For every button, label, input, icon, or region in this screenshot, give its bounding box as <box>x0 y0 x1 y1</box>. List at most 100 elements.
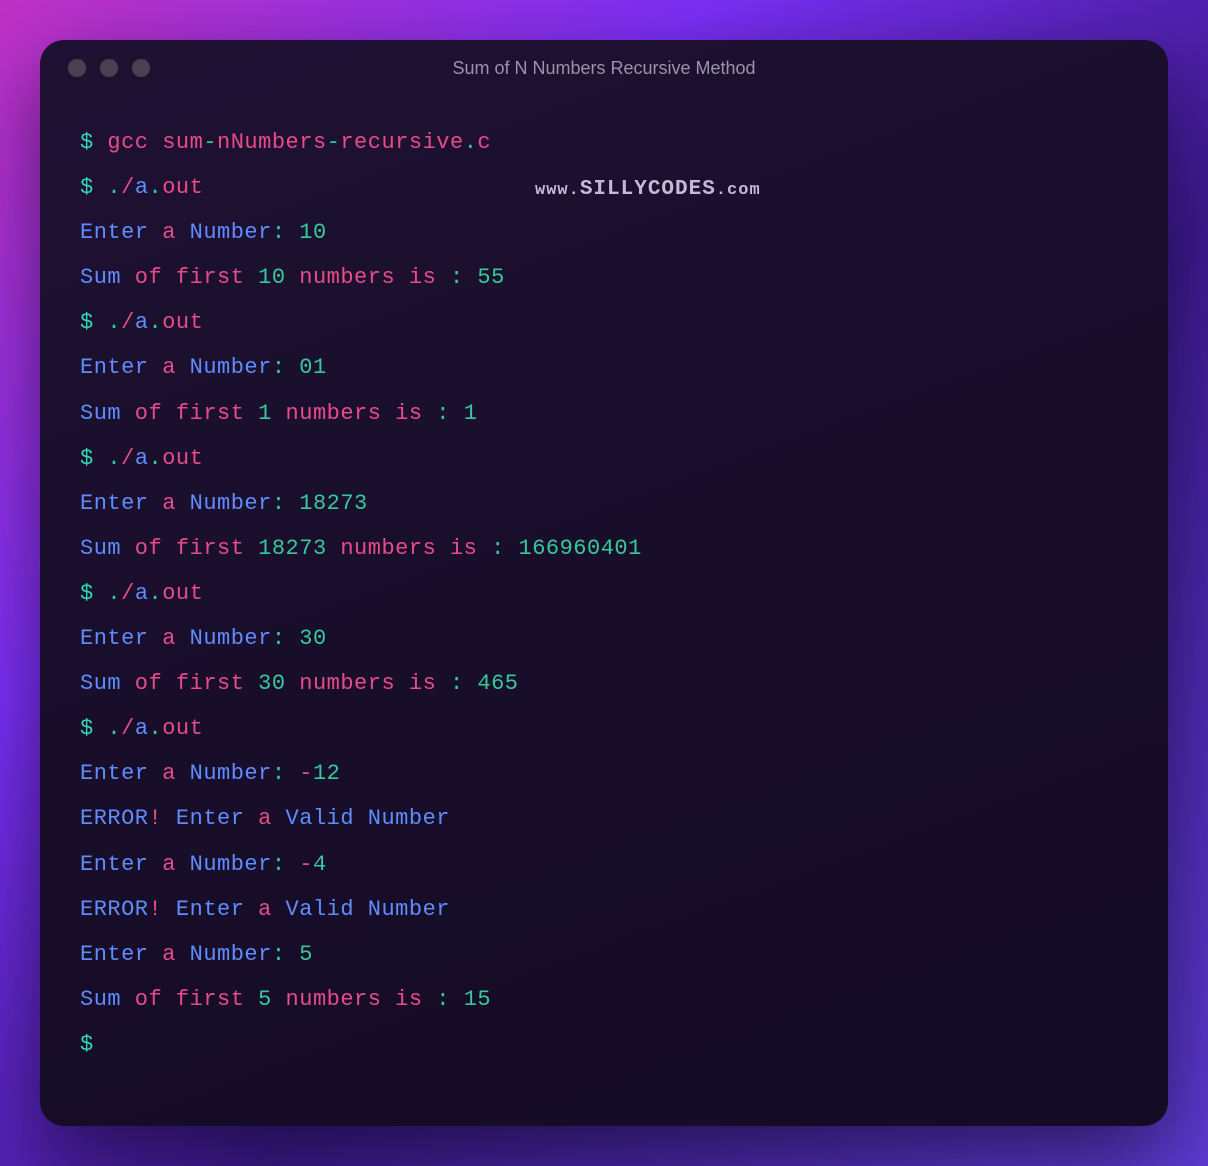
terminal-token: / <box>121 446 135 471</box>
terminal-token: : <box>450 671 464 696</box>
terminal-token: . <box>149 310 163 335</box>
terminal-token: 18273 <box>299 491 368 516</box>
terminal-token: . <box>149 581 163 606</box>
terminal-token: Enter <box>80 626 149 651</box>
terminal-token: Number <box>190 220 272 245</box>
terminal-token: out <box>162 446 203 471</box>
terminal-token: / <box>121 310 135 335</box>
terminal-line: $ gcc sum-nNumbers-recursive.c <box>80 120 1128 165</box>
terminal-token: 5 <box>258 987 272 1012</box>
terminal-token: Enter <box>80 761 149 786</box>
terminal-token: out <box>162 310 203 335</box>
terminal-token: a <box>135 446 149 471</box>
terminal-line: Sum of first 1 numbers is : 1 <box>80 391 1128 436</box>
terminal-token: Number <box>190 852 272 877</box>
terminal-token: : <box>272 852 299 877</box>
terminal-line: $ ./a.out <box>80 300 1128 345</box>
terminal-token: Enter <box>162 806 244 831</box>
terminal-token: Number <box>190 491 272 516</box>
terminal-token: recursive <box>340 130 463 155</box>
terminal-token: 10 <box>299 220 326 245</box>
terminal-token: Sum <box>80 987 121 1012</box>
maximize-icon[interactable] <box>132 59 150 77</box>
terminal-token: 166960401 <box>519 536 642 561</box>
terminal-line: Enter a Number: -4 <box>80 842 1128 887</box>
terminal-token: - <box>299 852 313 877</box>
terminal-token: a <box>135 310 149 335</box>
terminal-token: a <box>149 942 190 967</box>
terminal-token: of first <box>121 671 258 696</box>
terminal-token: : <box>272 626 299 651</box>
terminal-token: a <box>149 220 190 245</box>
terminal-token: . <box>464 130 478 155</box>
terminal-token: 12 <box>313 761 340 786</box>
terminal-token: ERROR <box>80 806 149 831</box>
terminal-token: Enter <box>80 942 149 967</box>
terminal-token: : <box>450 265 464 290</box>
terminal-line: Sum of first 10 numbers is : 55 <box>80 255 1128 300</box>
terminal-token: . <box>149 175 163 200</box>
terminal-line: ERROR! Enter a Valid Number <box>80 887 1128 932</box>
terminal-line: $ ./a.out <box>80 706 1128 751</box>
terminal-token <box>450 987 464 1012</box>
terminal-token: a <box>135 581 149 606</box>
terminal-line: Sum of first 5 numbers is : 15 <box>80 977 1128 1022</box>
terminal-token: . <box>107 310 121 335</box>
terminal-token: $ <box>80 310 107 335</box>
terminal-token: $ <box>80 446 107 471</box>
terminal-token: : <box>272 355 299 380</box>
terminal-token: ! <box>149 897 163 922</box>
terminal-token: 15 <box>464 987 491 1012</box>
terminal-token: $ <box>80 716 107 741</box>
terminal-token: of first <box>121 265 258 290</box>
terminal-token: a <box>135 716 149 741</box>
terminal-token: of first <box>121 536 258 561</box>
terminal-token: numbers is <box>286 265 450 290</box>
terminal-token: / <box>121 581 135 606</box>
minimize-icon[interactable] <box>100 59 118 77</box>
terminal-token: : <box>436 987 450 1012</box>
terminal-token: Enter <box>80 355 149 380</box>
terminal-token: : <box>272 220 299 245</box>
watermark-main: SILLYCODES <box>580 178 716 201</box>
terminal-line: Enter a Number: 30 <box>80 616 1128 661</box>
terminal-token: : <box>272 761 299 786</box>
terminal-token: Sum <box>80 536 121 561</box>
terminal-token: Number <box>190 355 272 380</box>
terminal-token: 1 <box>464 401 478 426</box>
terminal-token: ERROR <box>80 897 149 922</box>
terminal-token: $ <box>80 581 107 606</box>
terminal-token <box>464 671 478 696</box>
terminal-token: out <box>162 175 203 200</box>
terminal-token: Valid Number <box>286 897 450 922</box>
terminal-token: Enter <box>80 491 149 516</box>
terminal-line: $ ./a.out <box>80 571 1128 616</box>
terminal-token: Sum <box>80 265 121 290</box>
terminal-token: $ <box>80 1032 107 1057</box>
terminal-token: . <box>149 716 163 741</box>
window-controls <box>40 59 150 77</box>
terminal-token: - <box>203 130 217 155</box>
terminal-body[interactable]: www.SILLYCODES.com $ gcc sum-nNumbers-re… <box>40 96 1168 1091</box>
terminal-token <box>450 401 464 426</box>
terminal-token: a <box>149 761 190 786</box>
terminal-token: . <box>107 716 121 741</box>
terminal-token: . <box>149 446 163 471</box>
terminal-token: $ <box>80 175 107 200</box>
terminal-token: a <box>135 175 149 200</box>
terminal-token: a <box>149 852 190 877</box>
close-icon[interactable] <box>68 59 86 77</box>
terminal-token: numbers is <box>327 536 491 561</box>
terminal-token: numbers is <box>272 987 436 1012</box>
terminal-output: $ gcc sum-nNumbers-recursive.c$ ./a.outE… <box>80 120 1128 1067</box>
terminal-line: ERROR! Enter a Valid Number <box>80 796 1128 841</box>
terminal-window: Sum of N Numbers Recursive Method www.SI… <box>40 40 1168 1126</box>
terminal-token: Enter <box>162 897 244 922</box>
terminal-token: : <box>272 491 299 516</box>
terminal-line: Enter a Number: 5 <box>80 932 1128 977</box>
terminal-token: $ <box>80 130 107 155</box>
terminal-line: $ ./a.out <box>80 436 1128 481</box>
terminal-token: gcc sum <box>107 130 203 155</box>
terminal-line: Enter a Number: 10 <box>80 210 1128 255</box>
terminal-token: 5 <box>299 942 313 967</box>
